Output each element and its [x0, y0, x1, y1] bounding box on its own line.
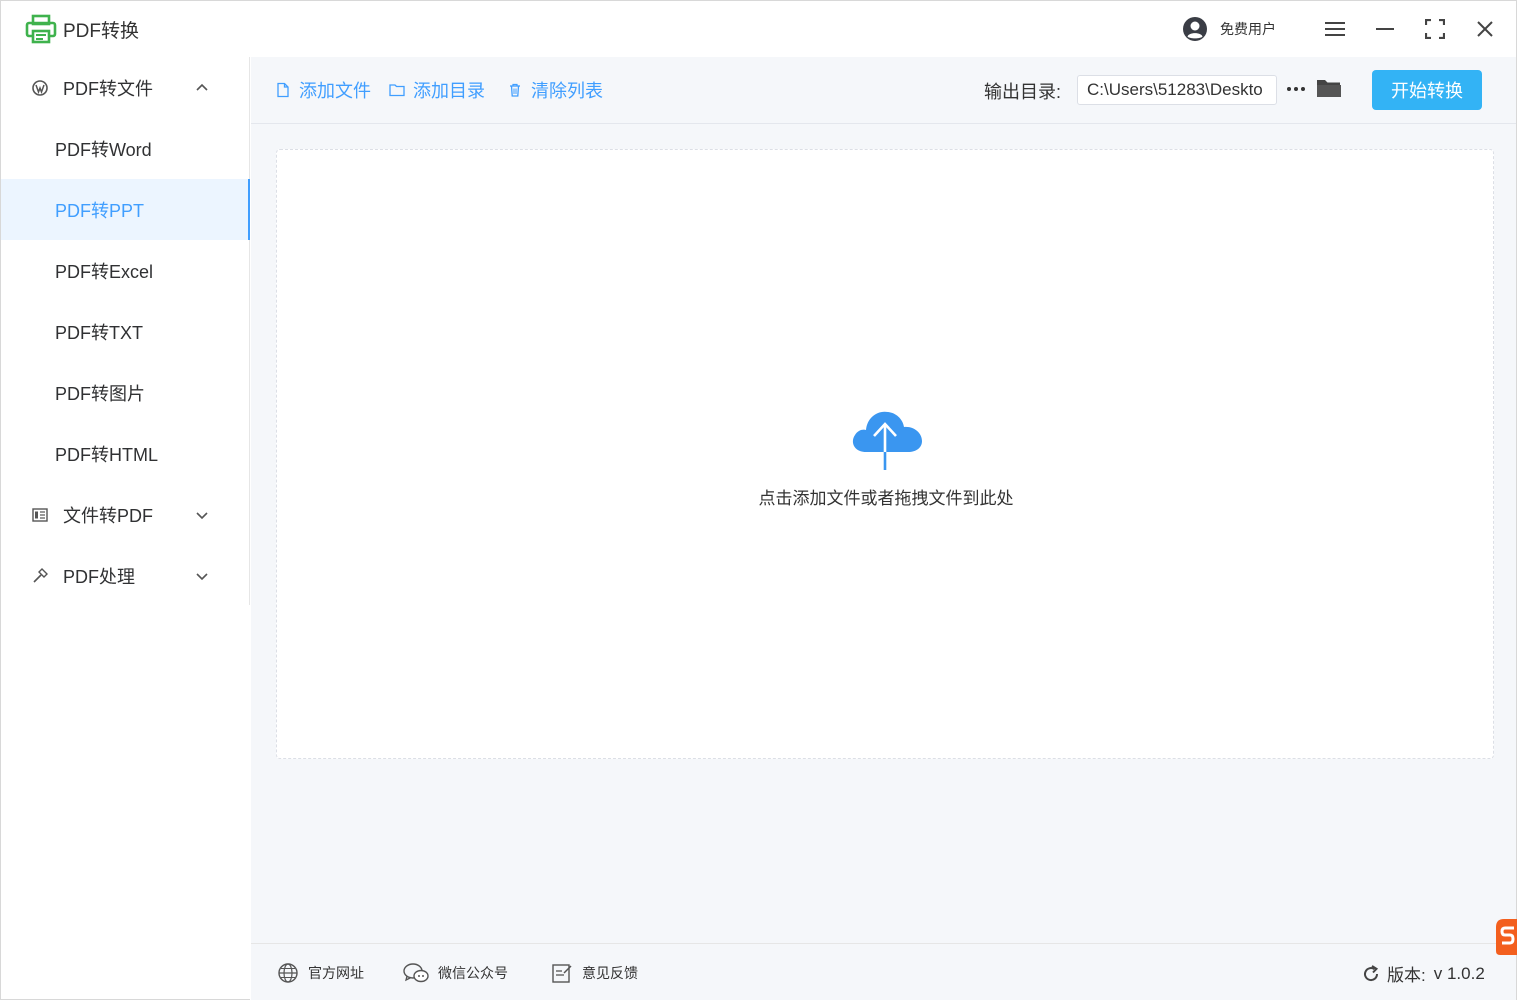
trash-icon [510, 83, 520, 97]
official-site-link[interactable]: 官方网址 [277, 962, 364, 984]
refresh-icon [1364, 964, 1379, 981]
sidebar-item-pdf-to-excel[interactable]: PDF转Excel [1, 240, 249, 301]
sidebar-item-pdf-to-html[interactable]: PDF转HTML [1, 423, 249, 484]
close-icon [1477, 21, 1493, 37]
add-directory-button[interactable]: 添加目录 [389, 77, 485, 103]
start-convert-button[interactable]: 开始转换 [1372, 70, 1482, 110]
chevron-down-icon [196, 512, 208, 520]
sidebar-item-pdf-to-txt[interactable]: PDF转TXT [1, 301, 249, 362]
version-number: v 1.0.2 [1433, 963, 1485, 983]
cloud-upload-icon [852, 411, 922, 470]
title-bar: PDF转换 免费用户 [1, 1, 1516, 57]
menu-group-pdf-to-file[interactable]: PDF转文件 [1, 57, 249, 118]
menu-group-pdf-processing[interactable]: PDF处理 [1, 545, 249, 606]
menu-group-label: PDF处理 [63, 566, 135, 587]
version-label: 版本: [1387, 966, 1426, 985]
hammer-icon [31, 567, 49, 585]
add-file-button[interactable]: 添加文件 [275, 77, 371, 103]
feedback-label: 意见反馈 [582, 965, 638, 981]
close-button[interactable] [1471, 15, 1499, 43]
wechat-account-link[interactable]: 微信公众号 [403, 962, 508, 984]
wechat-icon [403, 963, 429, 983]
sidebar: PDF转文件 PDF转Word PDF转PPT PDF转Excel PDF转TX… [1, 57, 250, 605]
sidebar-item-label: PDF转Excel [55, 261, 154, 282]
sidebar-item-label: PDF转PPT [55, 200, 145, 221]
fullscreen-icon [1425, 19, 1445, 39]
main-panel: 添加文件 添加目录 清除列表 输出目录: C:\Users\51283\Desk… [251, 57, 1516, 943]
sidebar-item-pdf-to-image[interactable]: PDF转图片 [1, 362, 249, 423]
open-folder-icon[interactable] [1316, 76, 1342, 100]
chevron-up-icon [196, 83, 208, 91]
sidebar-item-label: PDF转Word [55, 139, 152, 160]
feedback-link[interactable]: 意见反馈 [551, 962, 638, 984]
sidebar-item-label: PDF转TXT [55, 322, 143, 343]
app-title: PDF转换 [63, 21, 140, 42]
browse-more-button[interactable] [1285, 77, 1307, 101]
document-list-icon [31, 506, 49, 524]
minimize-icon [1376, 28, 1394, 30]
output-dir-input[interactable] [1077, 75, 1277, 105]
more-dots-icon [1287, 87, 1305, 91]
file-drop-zone[interactable]: 点击添加文件或者拖拽文件到此处 [276, 149, 1494, 759]
user-avatar-icon [1183, 17, 1207, 41]
input-method-s-icon[interactable] [1494, 917, 1517, 957]
user-account[interactable]: 免费用户 [1182, 16, 1276, 42]
menu-group-file-to-pdf[interactable]: 文件转PDF [1, 484, 249, 545]
clear-list-label: 清除列表 [531, 81, 603, 101]
file-icon [277, 82, 289, 98]
sidebar-item-label: PDF转HTML [55, 444, 158, 465]
add-file-label: 添加文件 [299, 81, 371, 101]
wordpress-icon [31, 79, 49, 97]
chevron-down-icon [196, 573, 208, 581]
minimize-button[interactable] [1371, 15, 1399, 43]
maximize-button[interactable] [1421, 15, 1449, 43]
hamburger-icon [1325, 22, 1345, 36]
globe-icon [278, 963, 298, 983]
folder-icon [389, 84, 405, 97]
official-site-label: 官方网址 [308, 965, 364, 981]
version-info[interactable]: 版本: v 1.0.2 [1361, 961, 1485, 986]
sidebar-divider [250, 605, 251, 1000]
printer-logo-icon [25, 14, 57, 44]
edit-note-icon [552, 964, 572, 983]
user-name: 免费用户 [1220, 21, 1276, 37]
menu-button[interactable] [1321, 15, 1349, 43]
sidebar-item-label: PDF转图片 [55, 383, 145, 404]
sidebar-item-pdf-to-ppt[interactable]: PDF转PPT [1, 179, 250, 240]
output-dir-label: 输出目录: [984, 82, 1062, 102]
sidebar-item-pdf-to-word[interactable]: PDF转Word [1, 118, 249, 179]
app-window: PDF转换 免费用户 PDF转文件 PDF转Word PDF转PPT PDF转E… [0, 0, 1517, 1000]
menu-group-label: PDF转文件 [63, 78, 153, 99]
toolbar: 添加文件 添加目录 清除列表 输出目录: C:\Users\51283\Desk… [251, 57, 1516, 124]
drop-zone-hint: 点击添加文件或者拖拽文件到此处 [758, 489, 1014, 508]
clear-list-button[interactable]: 清除列表 [507, 77, 603, 103]
footer-bar: 官方网址 微信公众号 意见反馈 版本: v 1.0.2 [251, 943, 1516, 1000]
wechat-account-label: 微信公众号 [438, 965, 508, 981]
menu-group-label: 文件转PDF [63, 505, 153, 526]
add-directory-label: 添加目录 [413, 81, 485, 101]
